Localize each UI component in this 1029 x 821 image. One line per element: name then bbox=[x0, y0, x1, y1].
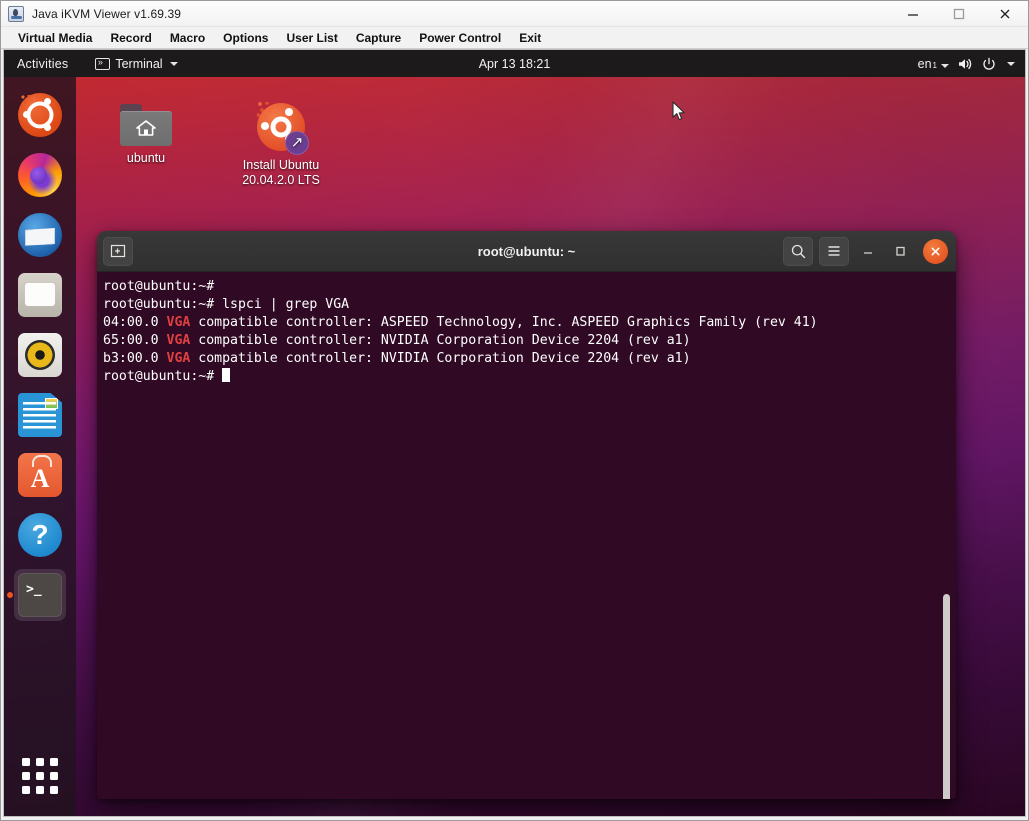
menu-item-exit[interactable]: Exit bbox=[510, 29, 550, 47]
menu-item-record[interactable]: Record bbox=[101, 29, 160, 47]
ubuntu-desktop: Activities Terminal Apr 13 18:21 en1 bbox=[4, 50, 1025, 816]
menu-item-power-control[interactable]: Power Control bbox=[410, 29, 510, 47]
terminal-text: root@ubuntu:~# root@ubuntu:~# lspci | gr… bbox=[101, 278, 956, 387]
dock-item-rhythmbox[interactable] bbox=[14, 329, 66, 381]
dock-item-thunderbird[interactable] bbox=[14, 209, 66, 261]
ubuntu-software-bag-icon bbox=[18, 453, 62, 497]
terminal-prompt-icon bbox=[18, 573, 62, 617]
java-window-titlebar[interactable]: Java iKVM Viewer v1.69.39 bbox=[1, 1, 1028, 27]
terminal-line: 65:00.0 VGA compatible controller: NVIDI… bbox=[103, 333, 691, 349]
libreoffice-writer-icon bbox=[18, 393, 62, 437]
hamburger-menu-icon[interactable] bbox=[819, 236, 849, 266]
close-icon[interactable] bbox=[982, 1, 1028, 27]
java-ikvm-viewer-window: Java iKVM Viewer v1.69.39 Virtual Media … bbox=[0, 0, 1029, 821]
desktop-icon-home-folder[interactable]: ubuntu bbox=[97, 104, 195, 166]
keyboard-layout-indicator[interactable]: en 1 bbox=[918, 57, 949, 71]
terminal-output-area[interactable]: root@ubuntu:~# root@ubuntu:~# lspci | gr… bbox=[97, 272, 956, 799]
menu-item-macro[interactable]: Macro bbox=[161, 29, 214, 47]
terminal-window: root@ubuntu: ~ root@ubuntu:~# root@ubunt… bbox=[97, 231, 956, 799]
desktop-icon-label-line1: Install Ubuntu bbox=[242, 158, 320, 172]
terminal-scrollbar[interactable] bbox=[943, 594, 950, 799]
dock-item-libreoffice-writer[interactable] bbox=[14, 389, 66, 441]
java-coffee-cup-icon bbox=[8, 5, 24, 22]
menu-item-user-list[interactable]: User List bbox=[277, 29, 346, 47]
home-folder-icon bbox=[120, 104, 172, 146]
terminal-titlebar[interactable]: root@ubuntu: ~ bbox=[97, 231, 956, 272]
ubuntu-logo-icon bbox=[18, 93, 62, 137]
maximize-icon[interactable] bbox=[887, 238, 913, 264]
dock-item-terminal[interactable] bbox=[14, 569, 66, 621]
chevron-down-icon[interactable] bbox=[1007, 61, 1015, 66]
menu-item-capture[interactable]: Capture bbox=[347, 29, 410, 47]
dock-item-ubuntu-logo[interactable] bbox=[14, 89, 66, 141]
dock-item-ubuntu-software[interactable] bbox=[14, 449, 66, 501]
terminal-line: root@ubuntu:~# bbox=[103, 368, 231, 384]
desktop-icon-install-ubuntu[interactable]: Install Ubuntu 20.04.2.0 LTS bbox=[232, 100, 330, 188]
menu-item-virtual-media[interactable]: Virtual Media bbox=[9, 29, 101, 47]
menu-item-options[interactable]: Options bbox=[214, 29, 277, 47]
help-question-icon bbox=[18, 513, 62, 557]
maximize-icon[interactable] bbox=[936, 1, 982, 27]
dock-item-files[interactable] bbox=[14, 269, 66, 321]
desktop-icon-label: ubuntu bbox=[126, 151, 166, 165]
active-app-label: Terminal bbox=[115, 56, 163, 71]
volume-icon[interactable] bbox=[958, 57, 973, 71]
kvm-remote-screen[interactable]: Activities Terminal Apr 13 18:21 en1 bbox=[3, 49, 1026, 817]
ubuntu-dock bbox=[4, 77, 76, 816]
firefox-icon bbox=[18, 153, 62, 197]
power-icon[interactable] bbox=[982, 57, 996, 71]
system-status-area[interactable]: en 1 bbox=[918, 57, 1015, 71]
terminal-line: root@ubuntu:~# lspci | grep VGA bbox=[103, 297, 350, 313]
new-tab-icon[interactable] bbox=[103, 236, 133, 266]
chevron-down-icon bbox=[941, 63, 949, 68]
dock-item-help[interactable] bbox=[14, 509, 66, 561]
terminal-line: root@ubuntu:~# bbox=[103, 279, 223, 294]
minimize-icon[interactable] bbox=[855, 238, 881, 264]
terminal-cursor bbox=[222, 368, 231, 383]
house-glyph bbox=[136, 120, 156, 136]
keyboard-layout-index: 1 bbox=[932, 60, 937, 70]
shortcut-arrow-icon bbox=[285, 131, 309, 155]
java-menubar: Virtual Media Record Macro Options User … bbox=[1, 27, 1028, 49]
terminal-line: b3:00.0 VGA compatible controller: NVIDI… bbox=[103, 351, 691, 367]
search-icon[interactable] bbox=[783, 236, 813, 266]
terminal-icon bbox=[95, 56, 111, 70]
keyboard-layout-label: en bbox=[917, 56, 932, 71]
close-icon[interactable] bbox=[923, 238, 948, 264]
desktop-icon-label-line2: 20.04.2.0 LTS bbox=[242, 173, 320, 187]
files-folder-icon bbox=[18, 273, 62, 317]
minimize-icon[interactable] bbox=[890, 1, 936, 27]
java-window-controls bbox=[890, 1, 1028, 27]
java-window-title: Java iKVM Viewer v1.69.39 bbox=[32, 6, 182, 21]
active-app-menu[interactable]: Terminal bbox=[95, 56, 178, 71]
install-ubuntu-icon bbox=[254, 100, 309, 155]
gnome-topbar: Activities Terminal Apr 13 18:21 en1 bbox=[4, 50, 1025, 77]
activities-button[interactable]: Activities bbox=[4, 57, 77, 71]
rhythmbox-speaker-icon bbox=[18, 333, 62, 377]
show-applications-button[interactable] bbox=[18, 754, 62, 798]
dock-item-firefox[interactable] bbox=[14, 149, 66, 201]
thunderbird-icon bbox=[18, 213, 62, 257]
chevron-down-icon bbox=[169, 61, 178, 66]
terminal-window-controls bbox=[783, 236, 950, 266]
terminal-line: 04:00.0 VGA compatible controller: ASPEE… bbox=[103, 315, 818, 331]
